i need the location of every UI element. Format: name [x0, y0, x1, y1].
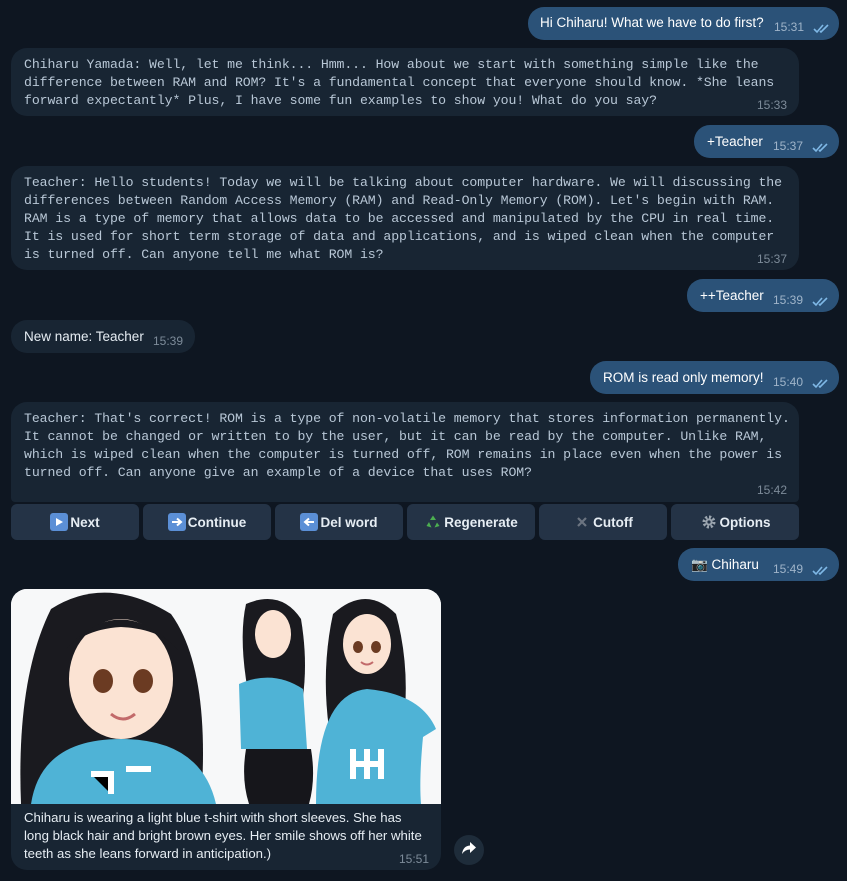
message-text: ++Teacher: [700, 288, 764, 303]
outgoing-message[interactable]: ++Teacher 15:39: [687, 279, 839, 312]
next-label: Next: [70, 514, 100, 530]
del-word-label: Del word: [320, 514, 378, 530]
message-time: 15:39: [153, 334, 184, 348]
options-label: Options: [719, 514, 771, 530]
double-check-icon: [813, 23, 831, 34]
options-button[interactable]: Options: [671, 504, 799, 540]
message-text: ROM is read only memory!: [603, 370, 764, 385]
message-time: 15:51: [399, 852, 430, 866]
message-text: Hi Chiharu! What we have to do first?: [540, 15, 764, 30]
continue-label: Continue: [187, 514, 247, 530]
arrow-right-icon: [167, 513, 186, 531]
incoming-message[interactable]: New name: Teacher 15:39: [11, 320, 195, 353]
next-button[interactable]: Next: [11, 504, 139, 540]
photo-caption: Chiharu is wearing a light blue t-shirt …: [24, 810, 422, 861]
incoming-message[interactable]: Chiharu Yamada: Well, let me think... Hm…: [11, 48, 799, 116]
cutoff-label: Cutoff: [593, 514, 633, 530]
outgoing-message[interactable]: +Teacher 15:37: [694, 125, 839, 158]
message-time: 15:49: [773, 562, 804, 576]
cross-icon: [573, 513, 591, 531]
recycle-icon: [424, 513, 442, 531]
outgoing-message[interactable]: ROM is read only memory! 15:40: [590, 361, 839, 394]
message-text: New name: Teacher: [24, 329, 144, 344]
gear-icon: [700, 513, 718, 531]
double-check-icon: [812, 378, 830, 389]
cutoff-button[interactable]: Cutoff: [539, 504, 667, 540]
message-time: 15:33: [757, 98, 788, 112]
message-time: 15:31: [774, 20, 805, 34]
del-word-button[interactable]: Del word: [275, 504, 403, 540]
double-check-icon: [812, 565, 830, 576]
message-time: 15:37: [773, 139, 804, 153]
character-image[interactable]: [11, 589, 441, 804]
play-icon: [50, 513, 69, 531]
outgoing-message[interactable]: 📷 Chiharu 15:49: [678, 548, 839, 581]
inline-keyboard: Next Continue Del word Regenerate Cutoff: [11, 504, 799, 540]
arrow-left-icon: [300, 513, 319, 531]
outgoing-message[interactable]: Hi Chiharu! What we have to do first? 15…: [528, 7, 839, 40]
message-time: 15:40: [773, 375, 804, 389]
message-time: 15:42: [757, 483, 788, 497]
incoming-message[interactable]: Teacher: That's correct! ROM is a type o…: [11, 402, 799, 502]
double-check-icon: [812, 296, 830, 307]
regenerate-button[interactable]: Regenerate: [407, 504, 535, 540]
message-text: 📷 Chiharu: [691, 557, 759, 572]
double-check-icon: [812, 142, 830, 153]
share-icon: [461, 841, 477, 860]
photo-message[interactable]: Chiharu is wearing a light blue t-shirt …: [11, 589, 441, 870]
message-text: Teacher: Hello students! Today we will b…: [24, 175, 782, 262]
message-text: +Teacher: [707, 134, 763, 149]
message-time: 15:37: [757, 252, 788, 266]
message-text: Teacher: That's correct! ROM is a type o…: [24, 411, 790, 480]
continue-button[interactable]: Continue: [143, 504, 271, 540]
regenerate-label: Regenerate: [444, 514, 518, 530]
message-text: Chiharu Yamada: Well, let me think... Hm…: [24, 57, 775, 108]
message-time: 15:39: [773, 293, 804, 307]
share-button[interactable]: [454, 835, 484, 865]
incoming-message[interactable]: Teacher: Hello students! Today we will b…: [11, 166, 799, 270]
